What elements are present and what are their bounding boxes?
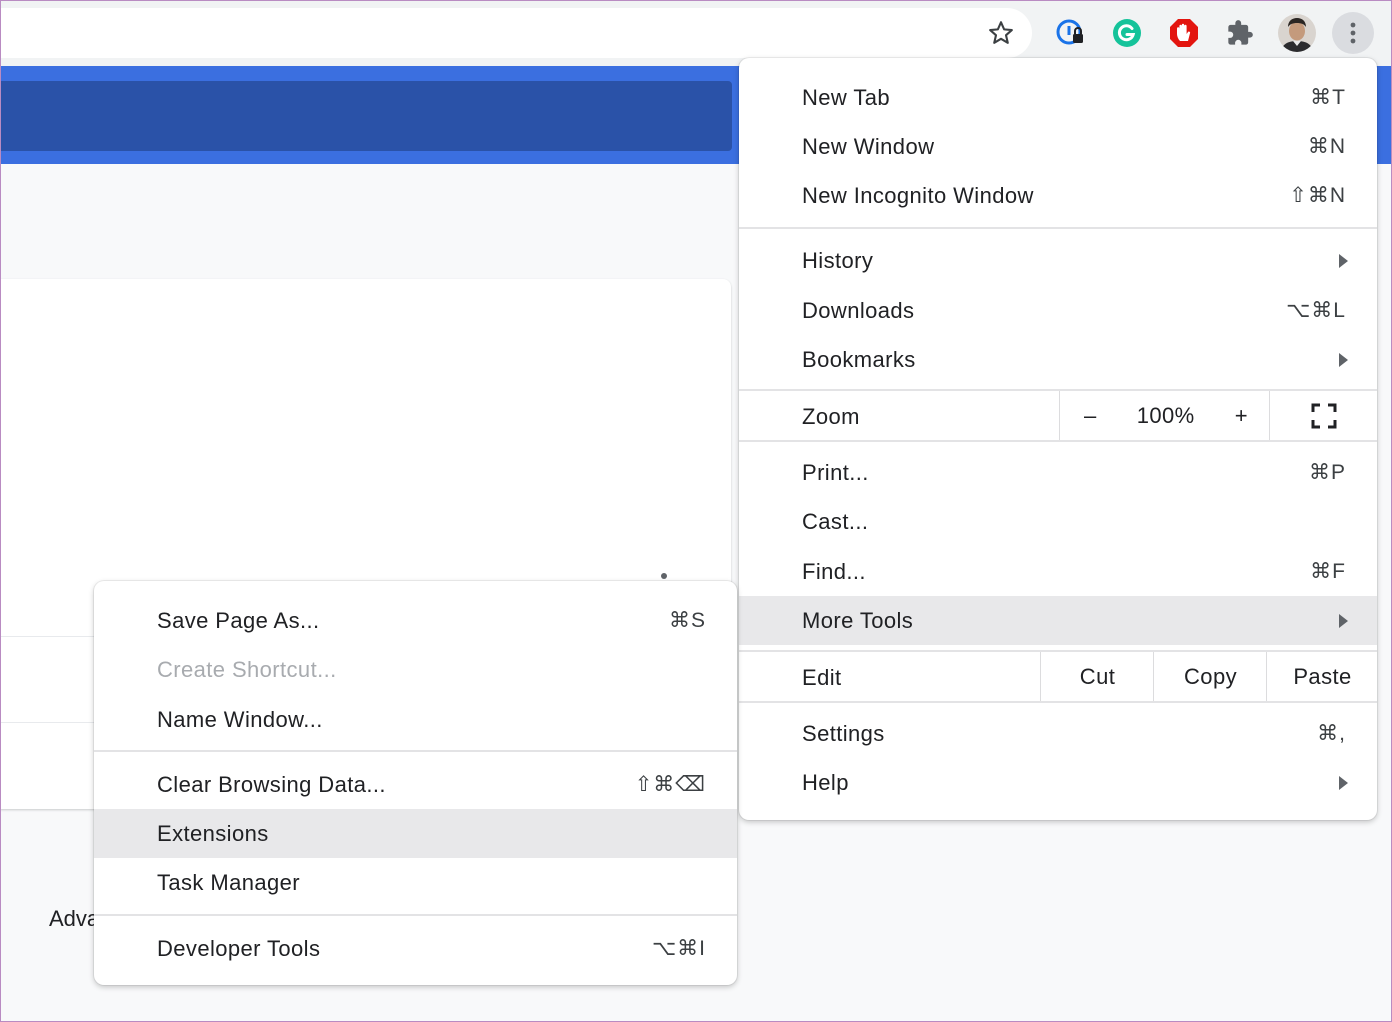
menu-item-save-page-as[interactable]: Save Page As... ⌘S bbox=[94, 596, 737, 645]
menu-item-label: Help bbox=[802, 769, 849, 795]
shortcut-label: ⌘T bbox=[1310, 86, 1346, 109]
menu-item-history[interactable]: History bbox=[739, 236, 1377, 285]
menu-item-more-tools[interactable]: More Tools bbox=[739, 596, 1377, 645]
menu-item-find[interactable]: Find... ⌘F bbox=[739, 547, 1377, 596]
fullscreen-button[interactable] bbox=[1269, 391, 1377, 441]
menu-separator bbox=[94, 750, 737, 752]
menu-item-task-manager[interactable]: Task Manager bbox=[94, 858, 737, 907]
menu-item-settings[interactable]: Settings ⌘, bbox=[739, 709, 1377, 758]
menu-item-create-shortcut: Create Shortcut... bbox=[94, 645, 737, 694]
submenu-arrow-icon bbox=[1339, 613, 1348, 628]
address-bar[interactable] bbox=[0, 8, 1032, 58]
menu-item-developer-tools[interactable]: Developer Tools ⌥⌘I bbox=[94, 924, 737, 973]
menu-item-label: Name Window... bbox=[157, 706, 323, 732]
advanced-link[interactable]: Adva bbox=[49, 906, 99, 932]
fullscreen-icon bbox=[1311, 403, 1337, 429]
zoom-out-button[interactable]: – bbox=[1084, 403, 1097, 429]
menu-separator bbox=[739, 701, 1377, 703]
menu-separator bbox=[739, 440, 1377, 442]
menu-item-label: Bookmarks bbox=[802, 346, 916, 372]
menu-item-new-incognito-window[interactable]: New Incognito Window ⇧⌘N bbox=[739, 171, 1377, 220]
zoom-row: Zoom – 100% + bbox=[739, 391, 1377, 441]
menu-item-label: Cast... bbox=[802, 508, 869, 534]
menu-item-label: Developer Tools bbox=[157, 935, 321, 961]
adblock-icon[interactable] bbox=[1163, 12, 1205, 54]
more-menu-icon[interactable] bbox=[1332, 12, 1374, 54]
shortcut-label: ⌘P bbox=[1308, 461, 1346, 484]
menu-item-extensions[interactable]: Extensions bbox=[94, 809, 737, 858]
edit-row: Edit Cut Copy Paste bbox=[739, 652, 1377, 702]
menu-item-clear-browsing-data[interactable]: Clear Browsing Data... ⇧⌘⌫ bbox=[94, 760, 737, 809]
menu-separator bbox=[94, 914, 737, 916]
menu-item-cast[interactable]: Cast... bbox=[739, 497, 1377, 546]
menu-item-label: New Tab bbox=[802, 84, 890, 110]
menu-item-label: Task Manager bbox=[157, 869, 300, 895]
chrome-main-menu: New Tab ⌘T New Window ⌘N New Incognito W… bbox=[739, 58, 1377, 820]
menu-item-bookmarks[interactable]: Bookmarks bbox=[739, 335, 1377, 384]
page-header-panel bbox=[0, 81, 732, 151]
zoom-level: 100% bbox=[1136, 403, 1195, 428]
shortcut-label: ⌥⌘L bbox=[1286, 299, 1346, 322]
menu-separator bbox=[739, 227, 1377, 229]
bookmark-star-icon[interactable] bbox=[980, 12, 1022, 54]
menu-item-help[interactable]: Help bbox=[739, 758, 1377, 807]
menu-item-label: History bbox=[802, 247, 874, 273]
menu-item-label: Extensions bbox=[157, 820, 269, 846]
menu-item-label: New Incognito Window bbox=[802, 182, 1034, 208]
submenu-arrow-icon bbox=[1339, 775, 1348, 790]
menu-item-print[interactable]: Print... ⌘P bbox=[739, 448, 1377, 497]
shortcut-label: ⌘N bbox=[1307, 135, 1346, 158]
menu-item-label: New Window bbox=[802, 133, 935, 159]
menu-item-downloads[interactable]: Downloads ⌥⌘L bbox=[739, 286, 1377, 335]
zoom-controls: – 100% + bbox=[1059, 391, 1269, 441]
paste-button[interactable]: Paste bbox=[1266, 652, 1377, 702]
shortcut-label: ⌘S bbox=[668, 609, 706, 632]
menu-item-label: Settings bbox=[802, 720, 885, 746]
cut-button[interactable]: Cut bbox=[1040, 652, 1154, 702]
shortcut-label: ⌘, bbox=[1317, 722, 1346, 745]
menu-item-label: More Tools bbox=[802, 607, 914, 633]
shortcut-label: ⇧⌘N bbox=[1289, 184, 1346, 207]
more-tools-submenu: Save Page As... ⌘S Create Shortcut... Na… bbox=[94, 581, 737, 985]
menu-item-new-tab[interactable]: New Tab ⌘T bbox=[739, 73, 1377, 122]
menu-item-label: Create Shortcut... bbox=[157, 656, 337, 682]
menu-item-label: Clear Browsing Data... bbox=[157, 771, 386, 797]
password-manager-icon[interactable] bbox=[1050, 12, 1092, 54]
zoom-in-button[interactable]: + bbox=[1235, 403, 1248, 429]
menu-item-name-window[interactable]: Name Window... bbox=[94, 695, 737, 744]
shortcut-label: ⌥⌘I bbox=[651, 937, 706, 960]
submenu-arrow-icon bbox=[1339, 352, 1348, 367]
menu-item-new-window[interactable]: New Window ⌘N bbox=[739, 122, 1377, 171]
menu-item-label: Find... bbox=[802, 558, 866, 584]
zoom-label: Zoom bbox=[802, 404, 860, 429]
card-dot bbox=[661, 573, 667, 579]
menu-item-label: Downloads bbox=[802, 297, 915, 323]
submenu-arrow-icon bbox=[1339, 253, 1348, 268]
shortcut-label: ⌘F bbox=[1310, 560, 1346, 583]
shortcut-label: ⇧⌘⌫ bbox=[634, 773, 706, 796]
profile-avatar[interactable] bbox=[1276, 12, 1318, 54]
extensions-puzzle-icon[interactable] bbox=[1219, 12, 1261, 54]
menu-item-label: Print... bbox=[802, 459, 869, 485]
menu-item-label: Save Page As... bbox=[157, 607, 320, 633]
copy-button[interactable]: Copy bbox=[1153, 652, 1267, 702]
browser-toolbar bbox=[0, 0, 1392, 66]
grammarly-icon[interactable] bbox=[1106, 12, 1148, 54]
edit-label: Edit bbox=[802, 665, 842, 690]
